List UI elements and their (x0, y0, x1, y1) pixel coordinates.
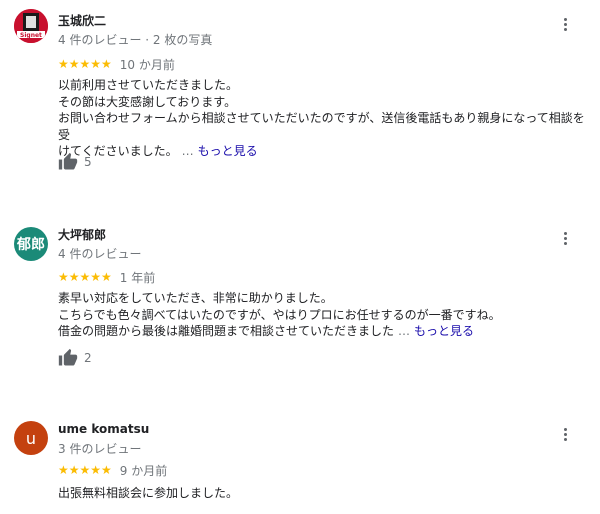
review-line: 素早い対応をしていただき、非常に助かりました。 (58, 291, 333, 305)
svg-text:Signet: Signet (20, 32, 42, 39)
reviewer-name[interactable]: ume komatsu (58, 422, 149, 436)
avatar-initials: u (25, 428, 37, 448)
reviewer-meta[interactable]: 4 件のレビュー (58, 245, 141, 262)
like-button[interactable]: 2 (58, 348, 92, 368)
star-rating: ★★★★★ (58, 57, 112, 71)
ellipsis: … (398, 324, 411, 338)
like-count: 2 (84, 351, 92, 365)
review-line: 以前利用させていただきました。 (58, 78, 239, 92)
review-line: 出張無料相談会に参加しました。 (58, 486, 239, 500)
thumb-up-icon (58, 348, 78, 366)
reviewer-meta[interactable]: 4 件のレビュー · 2 枚の写真 (58, 31, 212, 48)
ellipsis: … (181, 144, 194, 158)
reviewer-name[interactable]: 玉城欣二 (58, 12, 106, 29)
rating-row: ★★★★★ 10 か月前 (58, 57, 175, 72)
review-line-text: 借金の問題から最後は離婚問題まで相談させていただきました (58, 324, 395, 338)
review-date: 9 か月前 (119, 463, 168, 478)
review-line: 借金の問題から最後は離婚問題まで相談させていただきました… もっと見る (58, 323, 588, 340)
review-text: 出張無料相談会に参加しました。 (58, 485, 588, 502)
review-date: 10 か月前 (119, 57, 175, 72)
more-vert-icon[interactable] (559, 426, 571, 446)
review-text: 以前利用させていただきました。 その節は大変感謝しております。 お問い合わせフォ… (58, 77, 588, 160)
avatar[interactable]: u (14, 421, 48, 455)
avatar[interactable]: 郁郎 (14, 227, 48, 261)
more-vert-icon[interactable] (559, 16, 571, 36)
review-date: 1 年前 (119, 270, 156, 285)
like-count: 5 (84, 155, 92, 169)
read-more-link[interactable]: もっと見る (198, 144, 258, 158)
avatar-initials: 郁郎 (17, 237, 45, 253)
like-button[interactable]: 5 (58, 152, 92, 172)
read-more-link[interactable]: もっと見る (414, 324, 474, 338)
star-rating: ★★★★★ (58, 270, 112, 284)
review-line: こちらでも色々調べてはいたのですが、やはりプロにお任せするのが一番ですね。 (58, 307, 501, 322)
review-text: 素早い対応をしていただき、非常に助かりました。 こちらでも色々調べてはいたのです… (58, 290, 588, 340)
more-vert-icon[interactable] (559, 230, 571, 250)
avatar-logo-image: Signet (14, 9, 48, 43)
avatar[interactable]: Signet (14, 9, 48, 43)
rating-row: ★★★★★ 1 年前 (58, 270, 156, 285)
reviewer-name[interactable]: 大坪郁郎 (58, 226, 106, 243)
review-line: お問い合わせフォームから相談させていただいたのですが、送信後電話もあり親身になっ… (58, 111, 585, 142)
review-line: その節は大変感謝しております。 (58, 94, 237, 109)
star-rating: ★★★★★ (58, 463, 112, 477)
thumb-up-icon (58, 152, 78, 170)
rating-row: ★★★★★ 9 か月前 (58, 463, 168, 478)
review-line: けてくださいました。… もっと見る (58, 143, 588, 160)
reviewer-meta[interactable]: 3 件のレビュー (58, 440, 141, 457)
